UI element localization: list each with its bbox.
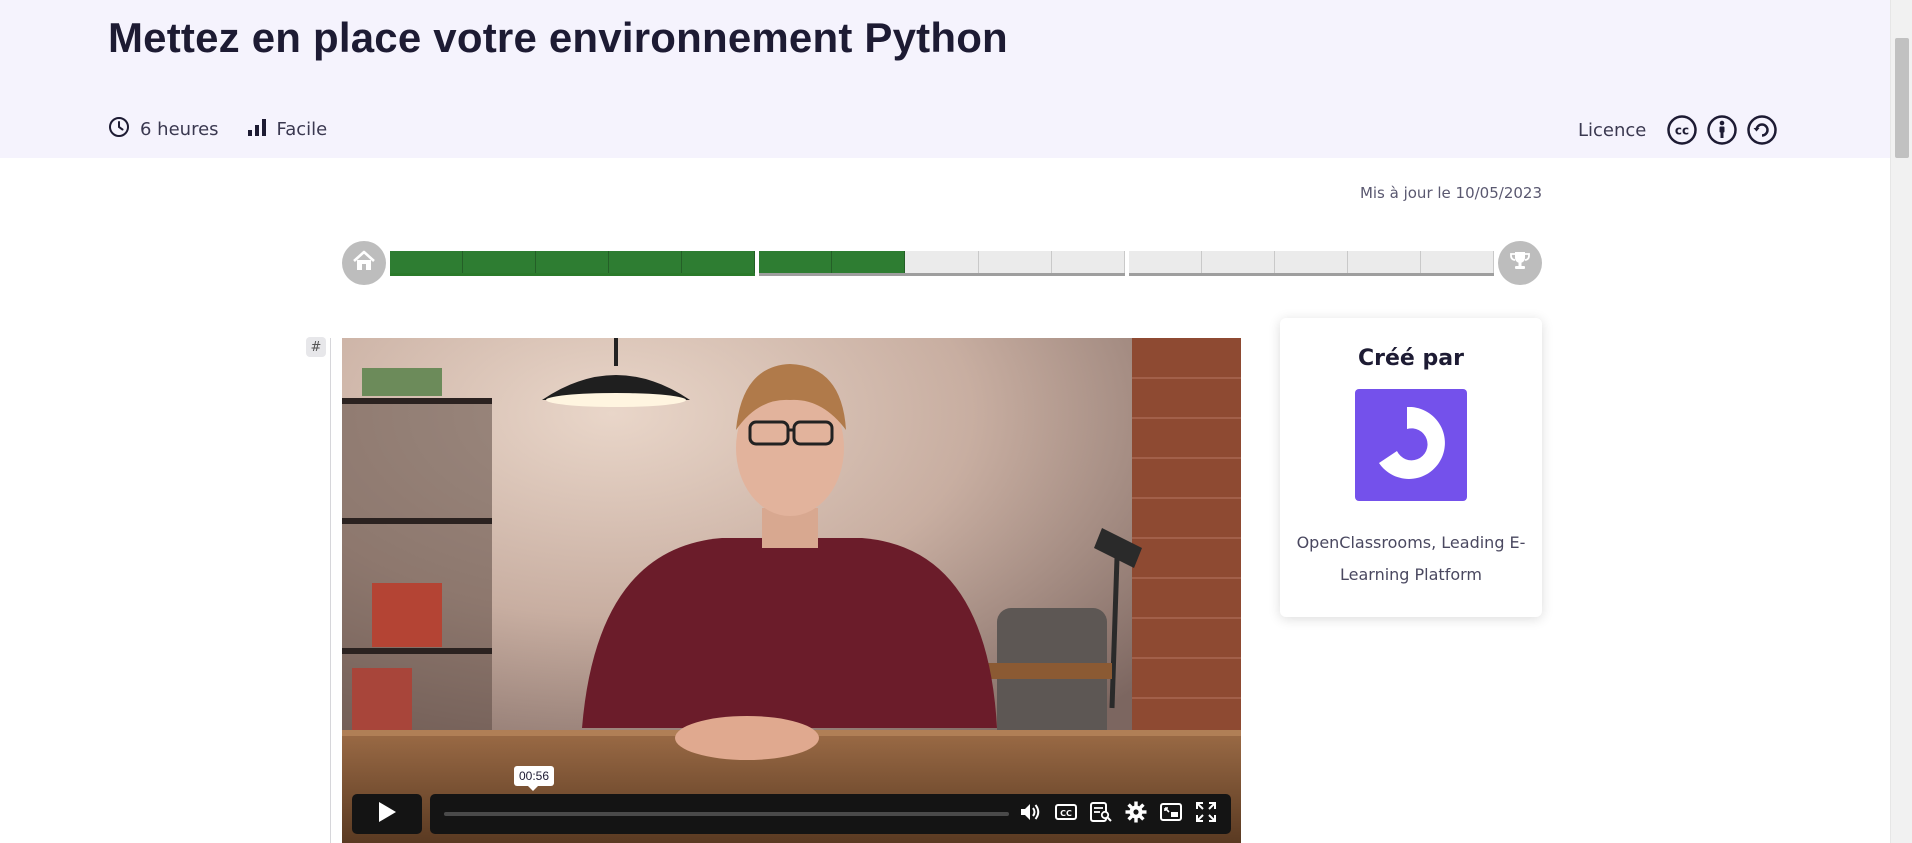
captions-icon: CC: [1054, 803, 1077, 825]
creator-heading: Créé par: [1358, 346, 1464, 371]
progress-section[interactable]: [682, 251, 756, 273]
progress-section[interactable]: [609, 251, 683, 273]
progress-section[interactable]: [1201, 251, 1275, 273]
license-label: Licence: [1578, 119, 1647, 141]
progress-section[interactable]: [832, 251, 906, 273]
video-controls: 00:56 CC: [352, 766, 1231, 836]
creator-card: Créé par OpenClassrooms, Leading E-Learn…: [1280, 318, 1542, 617]
creative-commons-icon[interactable]: cc: [1666, 114, 1698, 146]
progress-section[interactable]: [1420, 251, 1494, 273]
settings-icon: [1125, 801, 1147, 827]
course-header: Mettez en place votre environnement Pyth…: [0, 0, 1890, 158]
home-icon: [351, 248, 377, 278]
progress-section[interactable]: [536, 251, 610, 273]
duration-text: 6 heures: [140, 119, 219, 140]
duration: 6 heures: [108, 116, 219, 143]
section-anchor-link[interactable]: #: [306, 337, 326, 357]
content-divider: [330, 338, 331, 843]
fullscreen-icon: [1195, 802, 1216, 826]
last-updated: Mis à jour le 10/05/2023: [1359, 184, 1542, 202]
share-alike-icon[interactable]: [1746, 114, 1778, 146]
progress-section[interactable]: [1274, 251, 1348, 273]
difficulty: Facile: [247, 117, 328, 142]
picture-in-picture-button[interactable]: [1153, 794, 1188, 834]
course-meta: 6 heures Facile: [108, 116, 355, 143]
progress-section[interactable]: [905, 251, 979, 273]
difficulty-text: Facile: [276, 119, 328, 140]
page-scrollbar[interactable]: [1890, 0, 1912, 843]
volume-button[interactable]: [1013, 794, 1048, 834]
course-end-button[interactable]: [1498, 241, 1542, 285]
picture-in-picture-icon: [1159, 803, 1182, 825]
course-home-button[interactable]: [342, 241, 386, 285]
scrollbar-thumb[interactable]: [1895, 38, 1909, 158]
fullscreen-button[interactable]: [1188, 794, 1223, 834]
captions-button[interactable]: CC: [1048, 794, 1083, 834]
license: Licence cc: [1578, 114, 1786, 146]
difficulty-bars-icon: [247, 117, 277, 142]
play-button[interactable]: [352, 794, 422, 834]
clock-icon: [108, 116, 140, 143]
progress-section[interactable]: [1128, 251, 1202, 273]
creator-name: OpenClassrooms, Leading E-Learning Platf…: [1296, 533, 1526, 584]
control-icons: CC: [1013, 794, 1223, 834]
seek-bar[interactable]: [444, 812, 1009, 816]
progress-chapter-2: [759, 251, 1125, 276]
progress-section[interactable]: [390, 251, 464, 273]
progress-chapter-3: [1128, 251, 1494, 276]
progress-section[interactable]: [759, 251, 833, 273]
volume-icon: [1020, 802, 1042, 826]
page-title: Mettez en place votre environnement Pyth…: [108, 14, 1008, 61]
page: Mettez en place votre environnement Pyth…: [0, 0, 1912, 843]
trophy-icon: [1507, 248, 1533, 278]
attribution-icon[interactable]: [1706, 114, 1738, 146]
svg-text:CC: CC: [1060, 809, 1072, 818]
progress-segments: [390, 251, 1494, 276]
openclassrooms-logo-icon: [1369, 401, 1453, 489]
progress-section[interactable]: [978, 251, 1052, 273]
progress-section[interactable]: [1051, 251, 1125, 273]
creator-logo[interactable]: [1355, 389, 1467, 501]
progress-section[interactable]: [463, 251, 537, 273]
control-bar: 00:56 CC: [430, 766, 1231, 834]
play-icon: [377, 801, 397, 827]
svg-text:cc: cc: [1675, 124, 1689, 138]
transcript-button[interactable]: [1083, 794, 1118, 834]
course-progress-bar: [342, 240, 1542, 286]
transcript-icon: [1089, 802, 1112, 826]
video-player[interactable]: 00:56 CC: [342, 338, 1241, 843]
progress-chapter-1: [390, 251, 756, 276]
progress-section[interactable]: [1347, 251, 1421, 273]
settings-button[interactable]: [1118, 794, 1153, 834]
video-frame: [342, 338, 1241, 843]
seek-time-tooltip: 00:56: [514, 766, 555, 791]
